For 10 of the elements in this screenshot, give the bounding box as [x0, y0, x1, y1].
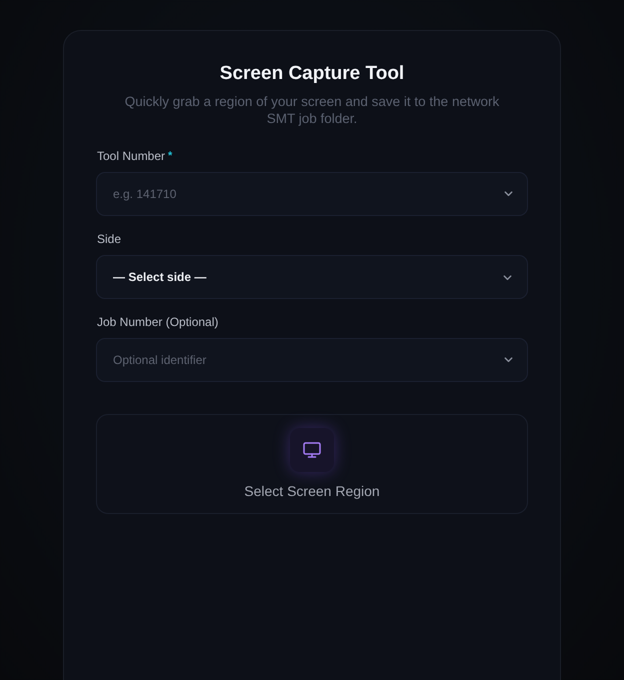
page-subtitle: Quickly grab a region of your screen and save it to the network SMT job folder.	[124, 93, 500, 127]
side-select[interactable]: — Select side —	[96, 255, 528, 299]
field-label: Tool Number *	[96, 149, 174, 164]
field-label: Side	[96, 232, 122, 247]
field-label: Job Number (Optional)	[96, 315, 220, 330]
monitor-icon	[290, 428, 334, 472]
job-number-field[interactable]: Optional identifier	[96, 338, 528, 382]
page-title: Screen Capture Tool	[218, 62, 406, 86]
tool-number-field[interactable]: e.g. 141710	[96, 172, 528, 216]
select-region-button[interactable]: Select Screen Region	[96, 414, 528, 514]
